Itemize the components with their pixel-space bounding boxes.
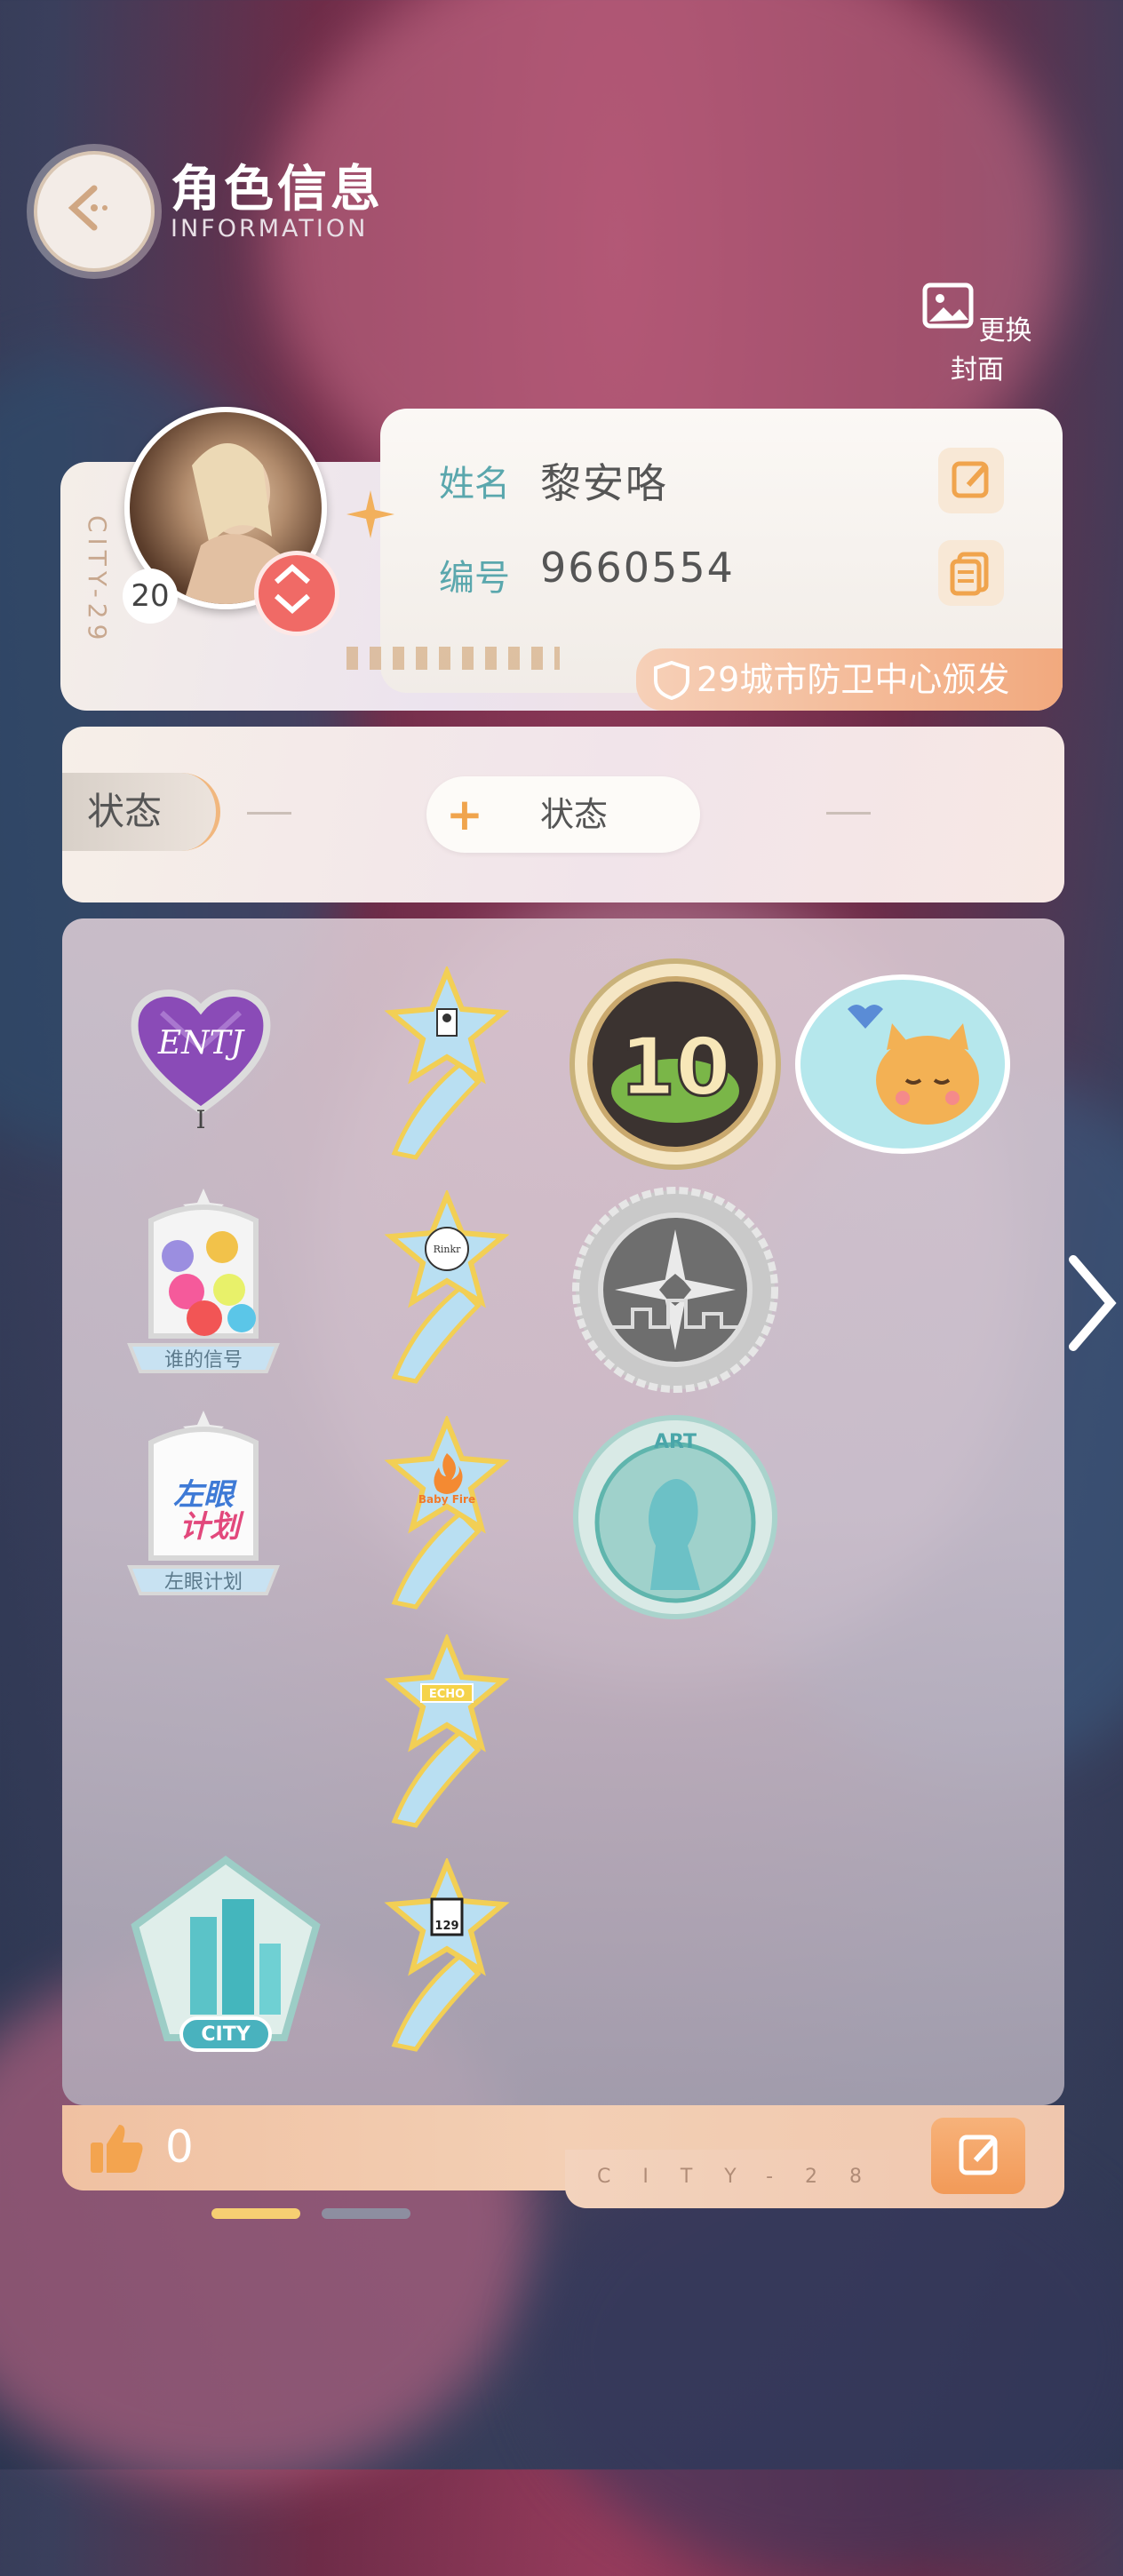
edit-name-button[interactable] <box>938 448 1004 513</box>
id-label: 编号 <box>439 558 510 599</box>
level-badge: 20 <box>123 568 178 624</box>
compass-city-badge[interactable] <box>570 1185 780 1395</box>
svg-text:I: I <box>195 1105 205 1133</box>
star-wand-5-text: 129 <box>434 1920 458 1933</box>
star-wand-4-text: ECHO <box>429 1688 465 1701</box>
mystery-balls-badge[interactable]: 谁的信号 <box>124 1185 283 1389</box>
star-wand-badge-1[interactable] <box>380 966 514 1162</box>
star-wand-badge-5[interactable]: 129 <box>380 1858 514 2054</box>
left-eye-plan-text: 左眼计划 <box>164 1571 243 1594</box>
edit-icon <box>959 2135 998 2175</box>
copy-id-button[interactable] <box>938 540 1004 606</box>
checker-decoration <box>346 647 560 670</box>
next-page-arrow-icon[interactable] <box>1064 1254 1118 1352</box>
back-button[interactable] <box>34 151 155 272</box>
change-cover-button[interactable]: 更换封面 <box>915 282 1039 389</box>
svg-text:计划: 计划 <box>179 1509 244 1545</box>
divider <box>826 812 871 815</box>
swap-icon <box>275 563 310 615</box>
status-card: 状态 + 状态 <box>62 727 1064 902</box>
city-tag: CITY-29 <box>83 515 112 646</box>
star-wand-3-text: Baby Fire <box>418 1493 475 1506</box>
ten-coin-text: 10 <box>619 1021 730 1114</box>
svg-text:左眼: 左眼 <box>173 1477 237 1513</box>
page-indicator-active <box>211 2208 300 2219</box>
name-label: 姓名 <box>439 464 510 505</box>
ten-coin-badge[interactable]: 10 <box>569 958 782 1171</box>
back-chevron-icon <box>68 185 108 231</box>
switch-avatar-button[interactable] <box>254 551 339 636</box>
mystery-balls-text: 谁的信号 <box>164 1349 243 1371</box>
issuer-banner: 29城市防卫中心颁发 <box>636 648 1063 711</box>
enfj-heart-badge[interactable]: ENTJ I <box>126 977 275 1133</box>
cat-sticker-badge[interactable] <box>794 974 1011 1155</box>
city-text: CITY <box>201 2023 251 2046</box>
add-status-label: 状态 <box>540 795 609 834</box>
page-title: 角色信息 <box>171 161 384 219</box>
edit-icon <box>952 461 989 498</box>
star-wand-badge-2[interactable]: Rinkr <box>380 1190 514 1386</box>
enfj-text: ENTJ <box>157 1025 246 1061</box>
star-wand-2-text: Rinkr <box>434 1244 462 1255</box>
footer-city-mark: CITY-28 <box>597 2166 895 2188</box>
shield-icon <box>654 661 689 700</box>
name-value: 黎安咯 <box>540 459 668 507</box>
status-tab: 状态 <box>62 773 220 851</box>
page-subtitle: INFORMATION <box>171 215 369 242</box>
badge-panel: ENTJ I 10 谁的信号 Rinkr 左眼 计划 左眼计划 Baby Fir… <box>62 918 1064 2105</box>
plus-icon: + <box>446 789 483 840</box>
star-wand-badge-4[interactable]: ECHO <box>380 1634 514 1830</box>
left-eye-plan-badge[interactable]: 左眼 计划 左眼计划 <box>124 1407 283 1608</box>
star-wand-badge-3[interactable]: Baby Fire <box>380 1416 514 1611</box>
add-status-button[interactable]: + 状态 <box>426 776 700 853</box>
page-indicator <box>322 2208 410 2219</box>
image-icon <box>922 282 974 329</box>
profile-card: CITY-29 20 姓名 黎安咯 编号 9660554 29城市防卫中心颁发 <box>60 407 1063 711</box>
like-count: 0 <box>165 2121 194 2173</box>
art-statue-badge[interactable]: ART <box>570 1412 780 1622</box>
city-building-badge[interactable]: CITY <box>128 1855 323 2059</box>
id-value: 9660554 <box>540 544 735 592</box>
copy-icon <box>950 552 989 596</box>
thumbs-up-icon[interactable] <box>89 2121 146 2174</box>
edit-badges-button[interactable] <box>931 2118 1025 2194</box>
divider <box>247 812 291 815</box>
sparkle-icon <box>346 490 394 538</box>
art-text: ART <box>654 1431 697 1453</box>
issuer-text: 29城市防卫中心颁发 <box>697 660 1010 699</box>
